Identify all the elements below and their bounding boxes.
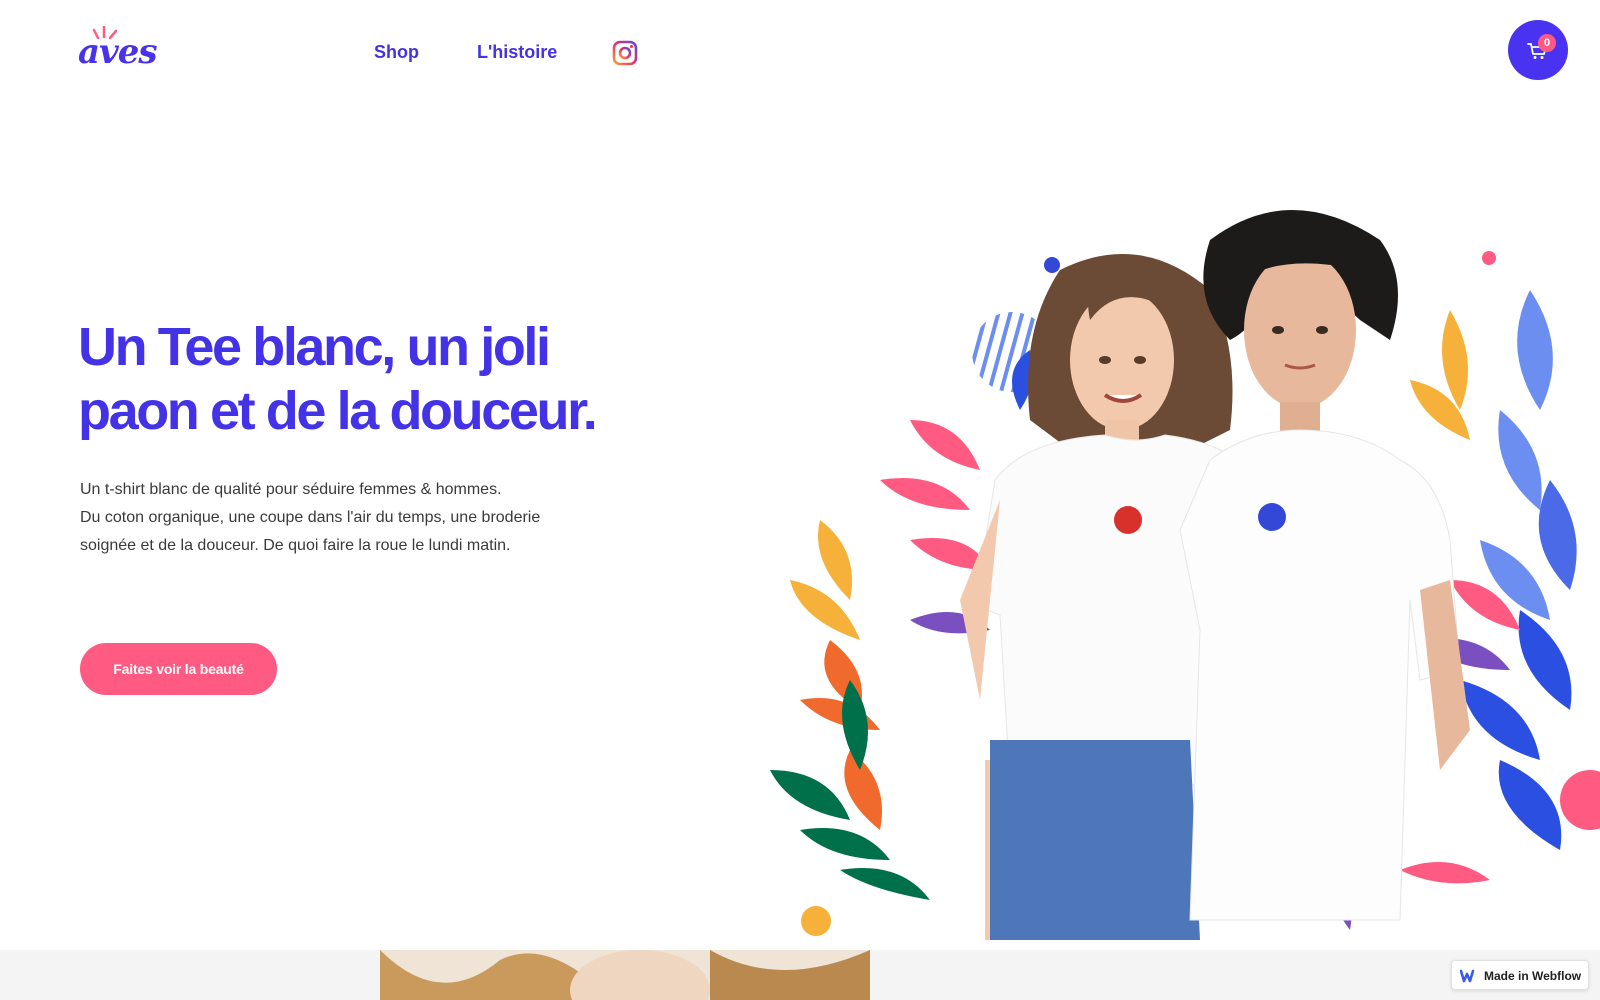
cart-count-badge: 0 <box>1538 34 1556 52</box>
brand-logo[interactable]: aves <box>78 26 158 78</box>
hero-title: Un Tee blanc, un joli paon et de la douc… <box>78 315 638 443</box>
hero-desc-line-3: soignée et de la douceur. De quoi faire … <box>80 537 511 554</box>
badge-label: Made in Webflow <box>1484 969 1582 983</box>
next-section-photo <box>380 950 870 1000</box>
page: aves Shop L'histoire 0 Un Tee blanc, un … <box>0 0 1600 1000</box>
cta-button[interactable]: Faites voir la beauté <box>80 643 277 695</box>
nav-histoire-link[interactable]: L'histoire <box>477 42 557 63</box>
hero-desc-line-2: Du coton organique, une coupe dans l'air… <box>80 509 541 526</box>
cart-button[interactable]: 0 <box>1508 20 1568 80</box>
logo-wordmark: aves <box>78 32 158 72</box>
hero-title-line-1: Un Tee blanc, un joli <box>78 317 551 377</box>
webflow-icon <box>1460 969 1475 983</box>
made-in-webflow-badge[interactable]: Made in Webflow <box>1451 960 1589 990</box>
hero-desc-line-1: Un t-shirt blanc de qualité pour séduire… <box>80 481 502 498</box>
nav-shop-link[interactable]: Shop <box>374 42 419 63</box>
hero-title-line-2: paon et de la douceur. <box>78 381 598 441</box>
hero-illustration <box>770 210 1600 940</box>
next-section-strip <box>0 950 1600 1000</box>
hero-description: Un t-shirt blanc de qualité pour séduire… <box>80 476 600 560</box>
instagram-icon[interactable] <box>612 40 638 66</box>
